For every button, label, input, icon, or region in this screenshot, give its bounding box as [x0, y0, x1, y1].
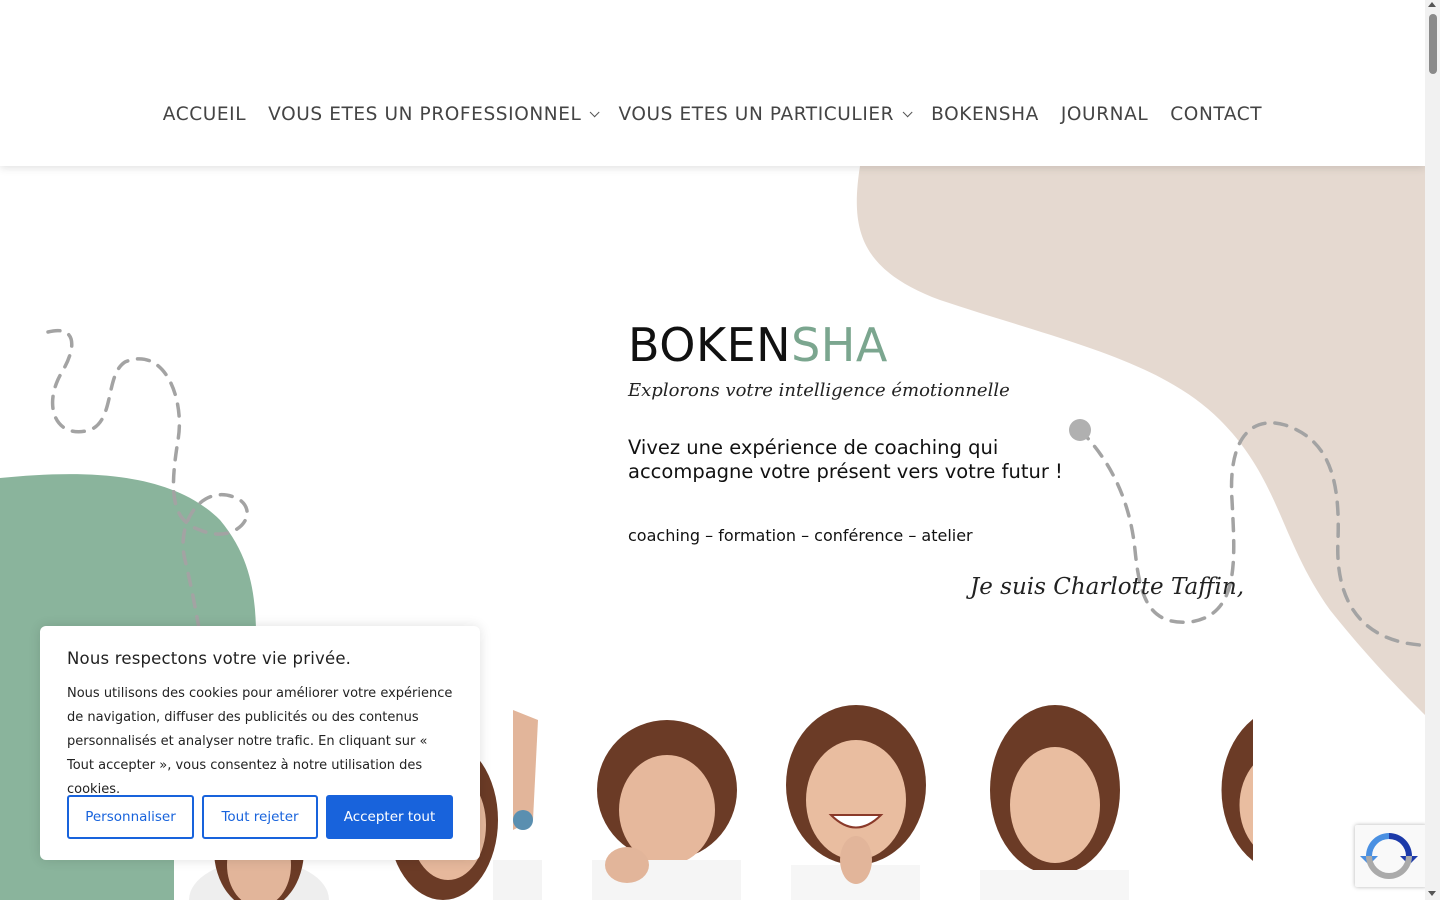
cookie-text: Nous utilisons des cookies pour améliore… [67, 686, 453, 797]
nav-item-bokensha[interactable]: BOKENSHA [920, 104, 1050, 125]
nav-item-label: BOKENSHA [931, 104, 1039, 125]
portrait-photo [572, 700, 741, 900]
hero-title: BOKENSHA [628, 318, 888, 372]
site-header: ACCUEIL VOUS ETES UN PROFESSIONNEL VOUS … [0, 0, 1425, 166]
nav-item-contact[interactable]: CONTACT [1159, 104, 1273, 125]
nav-item-label: VOUS ETES UN PROFESSIONNEL [268, 104, 582, 125]
accept-all-button[interactable]: Accepter tout [326, 795, 453, 839]
hero-subtitle: Explorons votre intelligence émotionnell… [628, 380, 1010, 401]
nav-item-accueil[interactable]: ACCUEIL [152, 104, 257, 125]
cookie-title: Nous respectons votre vie privée. [67, 649, 352, 668]
scroll-down-icon[interactable] [1428, 891, 1436, 896]
page-scrollbar[interactable] [1425, 0, 1440, 900]
nav-item-particulier[interactable]: VOUS ETES UN PARTICULIER [607, 104, 920, 125]
nav-item-label: ACCUEIL [162, 104, 247, 125]
portrait-photo [771, 700, 940, 900]
scroll-thumb[interactable] [1429, 14, 1437, 74]
recaptcha-badge[interactable] [1355, 825, 1427, 887]
nav-item-label: VOUS ETES UN PARTICULIER [618, 104, 895, 125]
nav-item-label: JOURNAL [1060, 104, 1149, 125]
portrait-photo [970, 700, 1139, 900]
portrait-photo [1169, 700, 1253, 900]
nav-item-journal[interactable]: JOURNAL [1050, 104, 1159, 125]
hero-services: coaching – formation – conférence – atel… [628, 526, 973, 545]
nav-item-professionnel[interactable]: VOUS ETES UN PROFESSIONNEL [257, 104, 607, 125]
recaptcha-icon [1360, 833, 1418, 879]
nav-item-label: CONTACT [1170, 104, 1263, 125]
cookie-buttons: Personnaliser Tout rejeter Accepter tout [67, 795, 453, 839]
hero-lead: Vivez une expérience de coaching qui acc… [628, 436, 1063, 483]
main-nav: ACCUEIL VOUS ETES UN PROFESSIONNEL VOUS … [0, 104, 1425, 125]
hero-signature: Je suis Charlotte Taffin, [970, 574, 1245, 600]
scroll-up-icon[interactable] [1428, 2, 1436, 7]
cookie-banner: Nous respectons votre vie privée. Nous u… [40, 626, 480, 860]
hero-title-part2: SHA [791, 318, 888, 372]
reject-all-button[interactable]: Tout rejeter [202, 795, 318, 839]
customize-button[interactable]: Personnaliser [67, 795, 194, 839]
chevron-down-icon [902, 107, 913, 118]
hero-title-part1: BOKEN [628, 318, 792, 372]
chevron-down-icon [590, 107, 601, 118]
